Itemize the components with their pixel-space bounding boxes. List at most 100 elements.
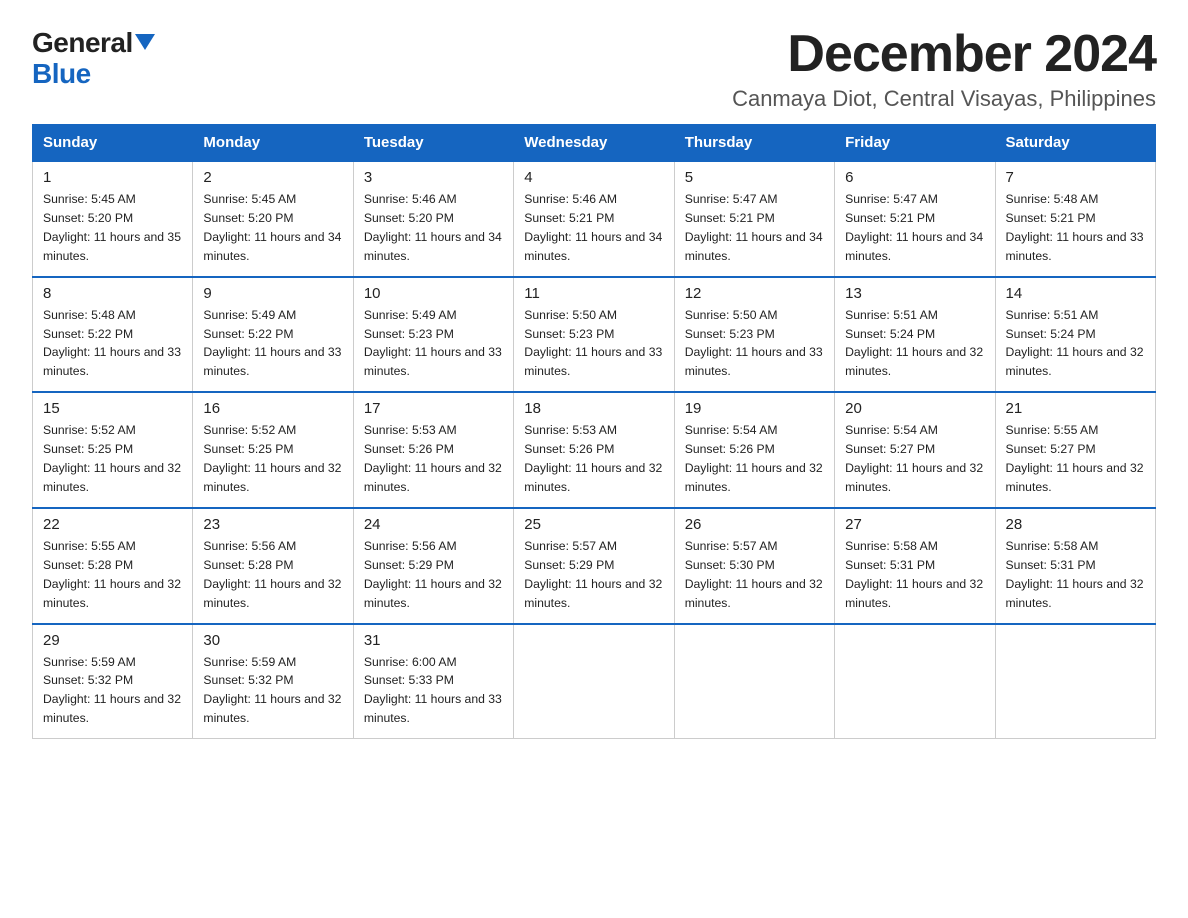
day-number: 14 bbox=[1006, 285, 1145, 302]
day-number: 16 bbox=[203, 400, 342, 417]
calendar-header-row: SundayMondayTuesdayWednesdayThursdayFrid… bbox=[33, 125, 1156, 162]
week-row-1: 1 Sunrise: 5:45 AMSunset: 5:20 PMDayligh… bbox=[33, 161, 1156, 277]
col-header-saturday: Saturday bbox=[995, 125, 1155, 162]
day-info: Sunrise: 5:58 AMSunset: 5:31 PMDaylight:… bbox=[845, 537, 984, 613]
col-header-wednesday: Wednesday bbox=[514, 125, 674, 162]
day-info: Sunrise: 5:55 AMSunset: 5:27 PMDaylight:… bbox=[1006, 421, 1145, 497]
calendar-cell bbox=[835, 624, 995, 739]
logo: General Blue bbox=[32, 28, 155, 90]
logo-blue-text: Blue bbox=[32, 59, 91, 90]
day-number: 28 bbox=[1006, 516, 1145, 533]
day-number: 27 bbox=[845, 516, 984, 533]
day-info: Sunrise: 5:47 AMSunset: 5:21 PMDaylight:… bbox=[845, 190, 984, 266]
day-info: Sunrise: 5:54 AMSunset: 5:26 PMDaylight:… bbox=[685, 421, 824, 497]
day-info: Sunrise: 5:51 AMSunset: 5:24 PMDaylight:… bbox=[845, 306, 984, 382]
day-number: 17 bbox=[364, 400, 503, 417]
day-number: 21 bbox=[1006, 400, 1145, 417]
calendar-cell: 15 Sunrise: 5:52 AMSunset: 5:25 PMDaylig… bbox=[33, 392, 193, 508]
day-number: 2 bbox=[203, 169, 342, 186]
col-header-monday: Monday bbox=[193, 125, 353, 162]
calendar-cell: 23 Sunrise: 5:56 AMSunset: 5:28 PMDaylig… bbox=[193, 508, 353, 624]
page-header: General Blue December 2024 Canmaya Diot,… bbox=[32, 24, 1156, 112]
calendar-cell: 9 Sunrise: 5:49 AMSunset: 5:22 PMDayligh… bbox=[193, 277, 353, 393]
calendar-cell: 14 Sunrise: 5:51 AMSunset: 5:24 PMDaylig… bbox=[995, 277, 1155, 393]
day-info: Sunrise: 5:56 AMSunset: 5:28 PMDaylight:… bbox=[203, 537, 342, 613]
week-row-4: 22 Sunrise: 5:55 AMSunset: 5:28 PMDaylig… bbox=[33, 508, 1156, 624]
calendar-cell: 20 Sunrise: 5:54 AMSunset: 5:27 PMDaylig… bbox=[835, 392, 995, 508]
day-info: Sunrise: 5:59 AMSunset: 5:32 PMDaylight:… bbox=[43, 653, 182, 729]
calendar-cell bbox=[514, 624, 674, 739]
calendar-cell: 2 Sunrise: 5:45 AMSunset: 5:20 PMDayligh… bbox=[193, 161, 353, 277]
day-number: 31 bbox=[364, 632, 503, 649]
day-info: Sunrise: 5:57 AMSunset: 5:30 PMDaylight:… bbox=[685, 537, 824, 613]
day-info: Sunrise: 5:50 AMSunset: 5:23 PMDaylight:… bbox=[685, 306, 824, 382]
calendar-cell: 4 Sunrise: 5:46 AMSunset: 5:21 PMDayligh… bbox=[514, 161, 674, 277]
day-number: 22 bbox=[43, 516, 182, 533]
calendar-cell: 25 Sunrise: 5:57 AMSunset: 5:29 PMDaylig… bbox=[514, 508, 674, 624]
page-subtitle: Canmaya Diot, Central Visayas, Philippin… bbox=[732, 86, 1156, 112]
calendar-cell: 10 Sunrise: 5:49 AMSunset: 5:23 PMDaylig… bbox=[353, 277, 513, 393]
day-number: 4 bbox=[524, 169, 663, 186]
calendar-cell: 28 Sunrise: 5:58 AMSunset: 5:31 PMDaylig… bbox=[995, 508, 1155, 624]
calendar-cell: 6 Sunrise: 5:47 AMSunset: 5:21 PMDayligh… bbox=[835, 161, 995, 277]
day-number: 18 bbox=[524, 400, 663, 417]
day-number: 15 bbox=[43, 400, 182, 417]
day-number: 5 bbox=[685, 169, 824, 186]
day-info: Sunrise: 5:45 AMSunset: 5:20 PMDaylight:… bbox=[203, 190, 342, 266]
day-number: 6 bbox=[845, 169, 984, 186]
day-number: 12 bbox=[685, 285, 824, 302]
day-number: 1 bbox=[43, 169, 182, 186]
calendar-cell: 29 Sunrise: 5:59 AMSunset: 5:32 PMDaylig… bbox=[33, 624, 193, 739]
day-number: 23 bbox=[203, 516, 342, 533]
day-info: Sunrise: 5:48 AMSunset: 5:21 PMDaylight:… bbox=[1006, 190, 1145, 266]
logo-triangle-icon bbox=[135, 34, 155, 50]
calendar-cell: 21 Sunrise: 5:55 AMSunset: 5:27 PMDaylig… bbox=[995, 392, 1155, 508]
day-info: Sunrise: 5:47 AMSunset: 5:21 PMDaylight:… bbox=[685, 190, 824, 266]
calendar-cell: 26 Sunrise: 5:57 AMSunset: 5:30 PMDaylig… bbox=[674, 508, 834, 624]
day-number: 26 bbox=[685, 516, 824, 533]
day-info: Sunrise: 5:49 AMSunset: 5:23 PMDaylight:… bbox=[364, 306, 503, 382]
day-info: Sunrise: 6:00 AMSunset: 5:33 PMDaylight:… bbox=[364, 653, 503, 729]
day-number: 9 bbox=[203, 285, 342, 302]
day-info: Sunrise: 5:48 AMSunset: 5:22 PMDaylight:… bbox=[43, 306, 182, 382]
calendar-cell: 27 Sunrise: 5:58 AMSunset: 5:31 PMDaylig… bbox=[835, 508, 995, 624]
day-info: Sunrise: 5:46 AMSunset: 5:20 PMDaylight:… bbox=[364, 190, 503, 266]
col-header-tuesday: Tuesday bbox=[353, 125, 513, 162]
day-number: 8 bbox=[43, 285, 182, 302]
day-info: Sunrise: 5:57 AMSunset: 5:29 PMDaylight:… bbox=[524, 537, 663, 613]
day-info: Sunrise: 5:51 AMSunset: 5:24 PMDaylight:… bbox=[1006, 306, 1145, 382]
calendar-cell bbox=[674, 624, 834, 739]
day-number: 7 bbox=[1006, 169, 1145, 186]
day-number: 20 bbox=[845, 400, 984, 417]
col-header-thursday: Thursday bbox=[674, 125, 834, 162]
day-number: 10 bbox=[364, 285, 503, 302]
day-number: 11 bbox=[524, 285, 663, 302]
day-info: Sunrise: 5:58 AMSunset: 5:31 PMDaylight:… bbox=[1006, 537, 1145, 613]
day-info: Sunrise: 5:49 AMSunset: 5:22 PMDaylight:… bbox=[203, 306, 342, 382]
page-title: December 2024 bbox=[732, 24, 1156, 84]
day-info: Sunrise: 5:53 AMSunset: 5:26 PMDaylight:… bbox=[364, 421, 503, 497]
calendar-cell: 7 Sunrise: 5:48 AMSunset: 5:21 PMDayligh… bbox=[995, 161, 1155, 277]
logo-general-text: General bbox=[32, 28, 133, 59]
week-row-3: 15 Sunrise: 5:52 AMSunset: 5:25 PMDaylig… bbox=[33, 392, 1156, 508]
day-number: 13 bbox=[845, 285, 984, 302]
day-number: 30 bbox=[203, 632, 342, 649]
day-info: Sunrise: 5:50 AMSunset: 5:23 PMDaylight:… bbox=[524, 306, 663, 382]
col-header-sunday: Sunday bbox=[33, 125, 193, 162]
day-number: 3 bbox=[364, 169, 503, 186]
calendar-cell: 11 Sunrise: 5:50 AMSunset: 5:23 PMDaylig… bbox=[514, 277, 674, 393]
calendar-cell: 13 Sunrise: 5:51 AMSunset: 5:24 PMDaylig… bbox=[835, 277, 995, 393]
calendar-cell: 18 Sunrise: 5:53 AMSunset: 5:26 PMDaylig… bbox=[514, 392, 674, 508]
week-row-5: 29 Sunrise: 5:59 AMSunset: 5:32 PMDaylig… bbox=[33, 624, 1156, 739]
day-number: 29 bbox=[43, 632, 182, 649]
calendar-cell: 1 Sunrise: 5:45 AMSunset: 5:20 PMDayligh… bbox=[33, 161, 193, 277]
day-info: Sunrise: 5:52 AMSunset: 5:25 PMDaylight:… bbox=[203, 421, 342, 497]
calendar-cell bbox=[995, 624, 1155, 739]
day-number: 25 bbox=[524, 516, 663, 533]
title-block: December 2024 Canmaya Diot, Central Visa… bbox=[732, 24, 1156, 112]
col-header-friday: Friday bbox=[835, 125, 995, 162]
calendar-cell: 16 Sunrise: 5:52 AMSunset: 5:25 PMDaylig… bbox=[193, 392, 353, 508]
calendar-cell: 24 Sunrise: 5:56 AMSunset: 5:29 PMDaylig… bbox=[353, 508, 513, 624]
calendar-table: SundayMondayTuesdayWednesdayThursdayFrid… bbox=[32, 124, 1156, 739]
calendar-cell: 8 Sunrise: 5:48 AMSunset: 5:22 PMDayligh… bbox=[33, 277, 193, 393]
